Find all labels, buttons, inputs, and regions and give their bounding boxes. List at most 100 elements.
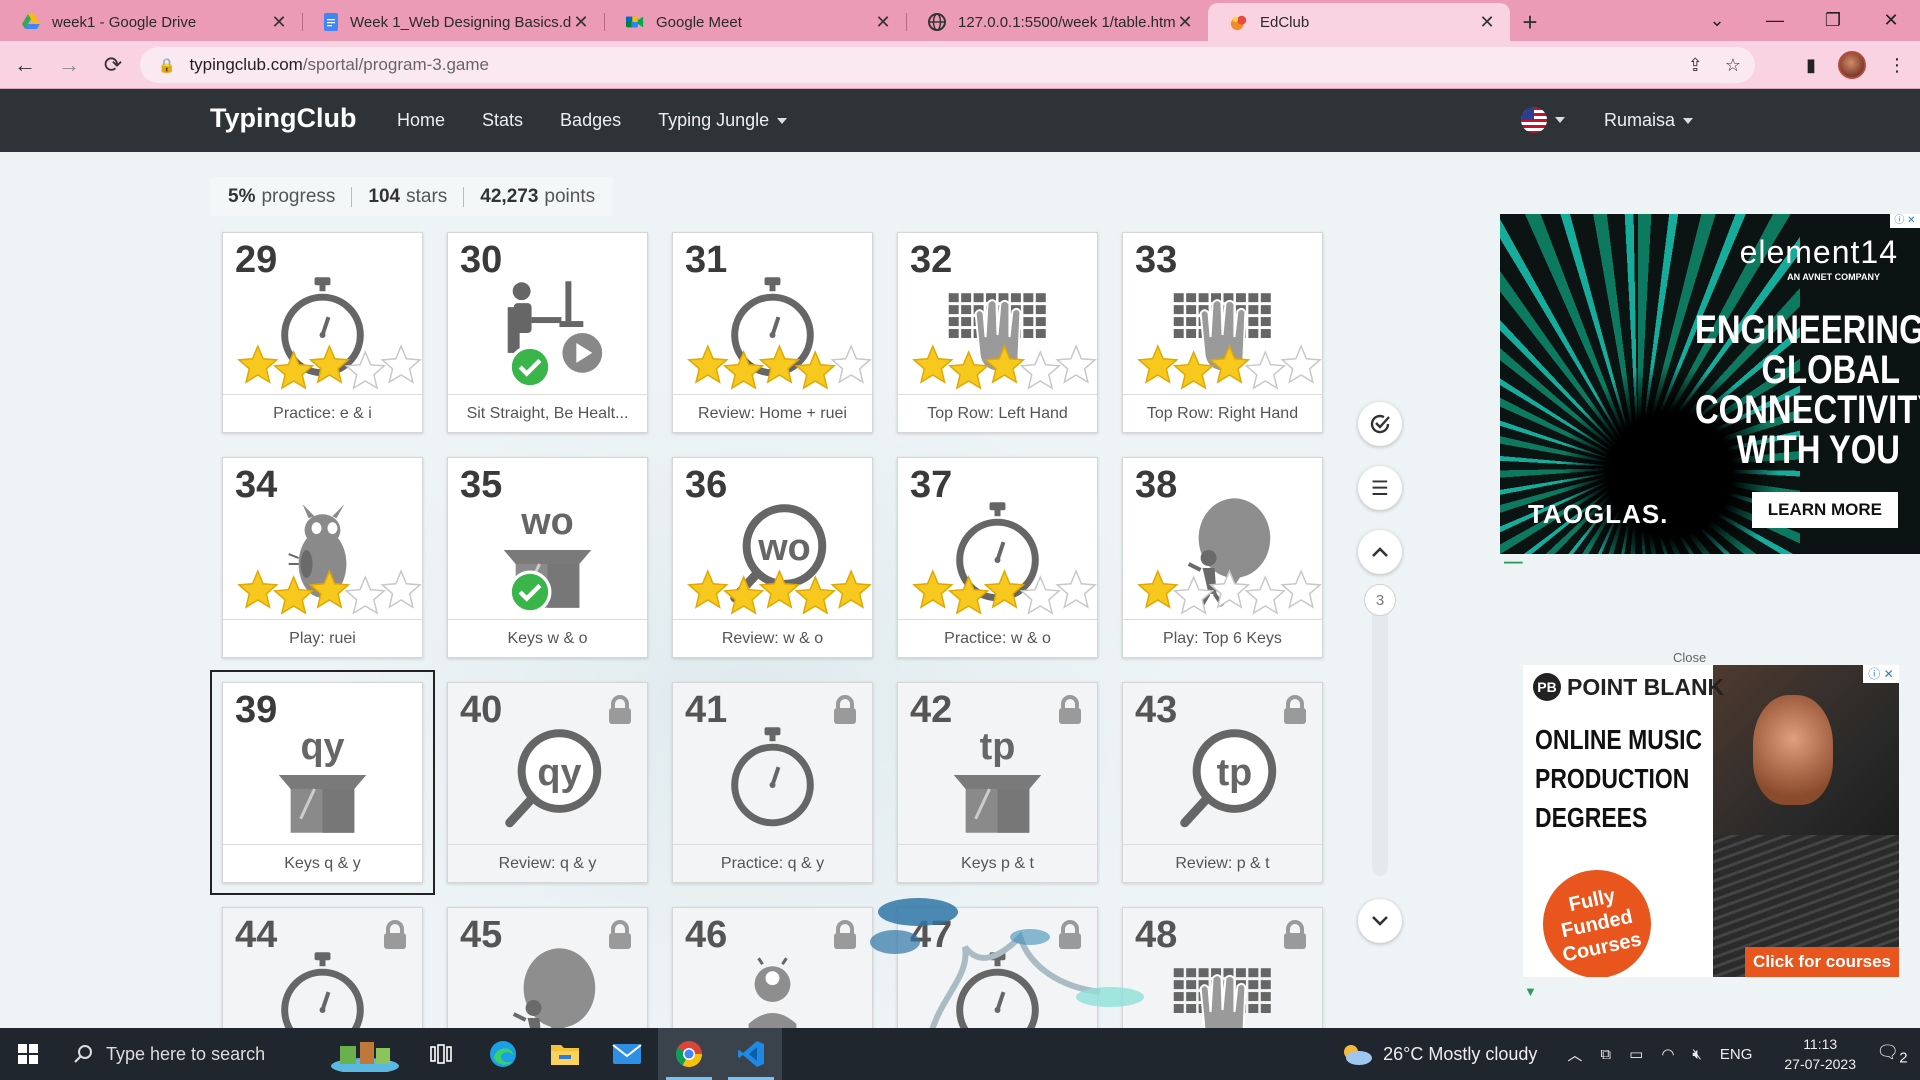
taskbar-widget[interactable] xyxy=(320,1028,410,1080)
share-icon[interactable]: ⇪ xyxy=(1688,55,1703,76)
weather-widget[interactable]: 26°C Mostly cloudy xyxy=(1341,1042,1537,1066)
back-icon[interactable]: ← xyxy=(6,46,44,84)
lesson-card[interactable]: 36 wo Review: w & o xyxy=(672,457,873,658)
lesson-card[interactable]: 33 Top Row: Right Hand xyxy=(1122,232,1323,433)
close-tab-icon[interactable]: ✕ xyxy=(874,12,892,33)
close-tab-icon[interactable]: ✕ xyxy=(1478,12,1496,33)
points-label: points xyxy=(544,185,596,207)
browser-tab-localhost[interactable]: 127.0.0.1:5500/week 1/table.html ✕ xyxy=(906,3,1208,41)
lesson-card[interactable]: 38 Play: Top 6 Keys xyxy=(1122,457,1323,658)
search-icon xyxy=(74,1045,92,1063)
taskbar-clock[interactable]: 11:13 27-07-2023 xyxy=(1784,1034,1856,1074)
scroll-down-button[interactable] xyxy=(1358,899,1402,943)
tab-search-icon[interactable]: ⌄ xyxy=(1688,0,1746,41)
lesson-card[interactable]: 43 tp Review: p & t xyxy=(1122,682,1323,883)
bonsai-decoration-icon xyxy=(870,898,1144,1028)
check-progress-button[interactable] xyxy=(1358,402,1402,446)
lesson-card[interactable]: 29 Practice: e & i xyxy=(222,232,423,433)
ad-photo xyxy=(1753,695,1833,805)
lesson-card[interactable]: 45 xyxy=(447,907,648,1028)
forward-icon[interactable]: → xyxy=(50,46,88,84)
lesson-card[interactable]: 39 qy Keys q & y xyxy=(210,670,435,895)
page-track[interactable] xyxy=(1372,588,1388,876)
divider xyxy=(463,186,465,207)
taskbar-vscode[interactable] xyxy=(720,1028,782,1080)
new-tab-button[interactable]: + xyxy=(1510,3,1550,41)
wifi-icon[interactable]: ◠ xyxy=(1661,1045,1674,1063)
lock-icon[interactable]: 🔒 xyxy=(158,57,175,74)
taskbar-edge[interactable] xyxy=(472,1028,534,1080)
browser-tab-edclub[interactable]: EdClub ✕ xyxy=(1208,3,1510,41)
lesson-card[interactable]: 42 tp Keys p & t xyxy=(897,682,1098,883)
bookmark-star-icon[interactable]: ☆ xyxy=(1725,55,1741,76)
menu-button[interactable]: ☰ xyxy=(1358,466,1402,510)
scroll-up-button[interactable] xyxy=(1358,530,1402,574)
stars-label: stars xyxy=(406,185,448,207)
browser-tab-meet[interactable]: Google Meet ✕ xyxy=(604,3,906,41)
ad-marker-icon: ▔▔ xyxy=(1504,562,1523,576)
user-menu[interactable]: Rumaisa xyxy=(1604,89,1694,152)
ad-cta-button[interactable]: Click for courses xyxy=(1745,947,1899,977)
ad-cta-button[interactable]: LEARN MORE xyxy=(1751,492,1898,528)
adchoices-icon[interactable]: ⓘ ✕ xyxy=(1863,665,1899,683)
lesson-card[interactable]: 37 Practice: w & o xyxy=(897,457,1098,658)
lesson-card[interactable]: 40 qy Review: q & y xyxy=(447,682,648,883)
lesson-card[interactable]: 46 xyxy=(672,907,873,1028)
meet-now-icon[interactable]: ⧉ xyxy=(1600,1046,1611,1063)
close-tab-icon[interactable]: ✕ xyxy=(572,12,590,33)
address-bar-row: ← → ⟳ 🔒 typingclub.com/sportal/program-3… xyxy=(0,41,1920,89)
url-input[interactable]: 🔒 typingclub.com/sportal/program-3.game … xyxy=(140,47,1755,83)
taskbar-search[interactable]: Type here to search xyxy=(56,1028,346,1080)
lesson-card[interactable]: 35 wo Keys w & o xyxy=(447,457,648,658)
us-flag-icon xyxy=(1521,107,1547,133)
volume-muted-icon[interactable]: 🔇︎ xyxy=(1692,1046,1701,1063)
task-view-button[interactable] xyxy=(410,1028,472,1080)
nav-badges[interactable]: Badges xyxy=(560,110,621,131)
close-tab-icon[interactable]: ✕ xyxy=(270,12,288,33)
advertisement-element14[interactable]: element14 AN AVNET COMPANY ENGINEERING G… xyxy=(1500,214,1920,554)
magnifier-icon: tp xyxy=(1123,723,1322,847)
nav-stats[interactable]: Stats xyxy=(482,110,523,131)
notification-count: 2 xyxy=(1899,1049,1908,1067)
chevron-up-icon[interactable]: ︿ xyxy=(1567,1044,1582,1065)
adchoices-icon[interactable]: ⓘ ✕ xyxy=(1890,214,1920,228)
browser-tab-google-drive[interactable]: week1 - Google Drive ✕ xyxy=(0,3,302,41)
stopwatch-icon xyxy=(673,723,872,847)
notifications-button[interactable]: 🗨︎2 xyxy=(1872,1042,1912,1067)
ad-close-link[interactable]: Close xyxy=(1673,650,1706,665)
lesson-card[interactable]: 34 Play: ruei xyxy=(222,457,423,658)
lesson-card[interactable]: 30 Sit Straight, Be Healt... xyxy=(447,232,648,433)
restore-icon[interactable]: ❐ xyxy=(1804,0,1862,41)
taskbar-chrome[interactable] xyxy=(658,1028,720,1080)
close-tab-icon[interactable]: ✕ xyxy=(1176,12,1194,33)
taskbar-file-explorer[interactable] xyxy=(534,1028,596,1080)
taskbar-mail[interactable] xyxy=(596,1028,658,1080)
browser-menu-icon[interactable]: ⋮ xyxy=(1888,55,1906,76)
close-window-icon[interactable]: ✕ xyxy=(1862,0,1920,41)
start-button[interactable] xyxy=(0,1028,56,1080)
side-panel-icon[interactable]: ▮ xyxy=(1806,55,1816,76)
minimize-icon[interactable]: — xyxy=(1746,0,1804,41)
lesson-card[interactable]: 44 xyxy=(222,907,423,1028)
advertisement-point-blank[interactable]: PB POINT BLANK ONLINE MUSIC PRODUCTION DE… xyxy=(1523,665,1899,977)
points-count: 42,273 xyxy=(480,185,539,207)
browser-tab-docs[interactable]: Week 1_Web Designing Basics.do ✕ xyxy=(302,3,604,41)
profile-avatar[interactable] xyxy=(1838,51,1866,79)
nav-typing-jungle[interactable]: Typing Jungle xyxy=(658,110,788,131)
nav-home[interactable]: Home xyxy=(397,110,445,131)
lesson-card[interactable]: 31 Review: Home + ruei xyxy=(672,232,873,433)
lock-icon xyxy=(832,695,858,730)
lesson-card[interactable]: 32 Top Row: Left Hand xyxy=(897,232,1098,433)
svg-text:qy: qy xyxy=(300,726,344,768)
site-logo[interactable]: TypingClub xyxy=(210,103,356,134)
tab-title: Week 1_Web Designing Basics.do xyxy=(350,13,572,31)
lesson-card[interactable]: 41 Practice: q & y xyxy=(672,682,873,883)
tray-icons: ︿ ⧉ ▭ ◠ 🔇︎ ENG xyxy=(1567,1044,1752,1065)
language-selector[interactable] xyxy=(1521,107,1565,133)
reload-icon[interactable]: ⟳ xyxy=(94,46,132,84)
chevron-up-icon xyxy=(1372,547,1388,557)
hamburger-icon: ☰ xyxy=(1371,477,1389,500)
lock-icon xyxy=(607,920,633,955)
language-indicator[interactable]: ENG xyxy=(1720,1046,1753,1063)
battery-icon[interactable]: ▭ xyxy=(1629,1045,1643,1063)
